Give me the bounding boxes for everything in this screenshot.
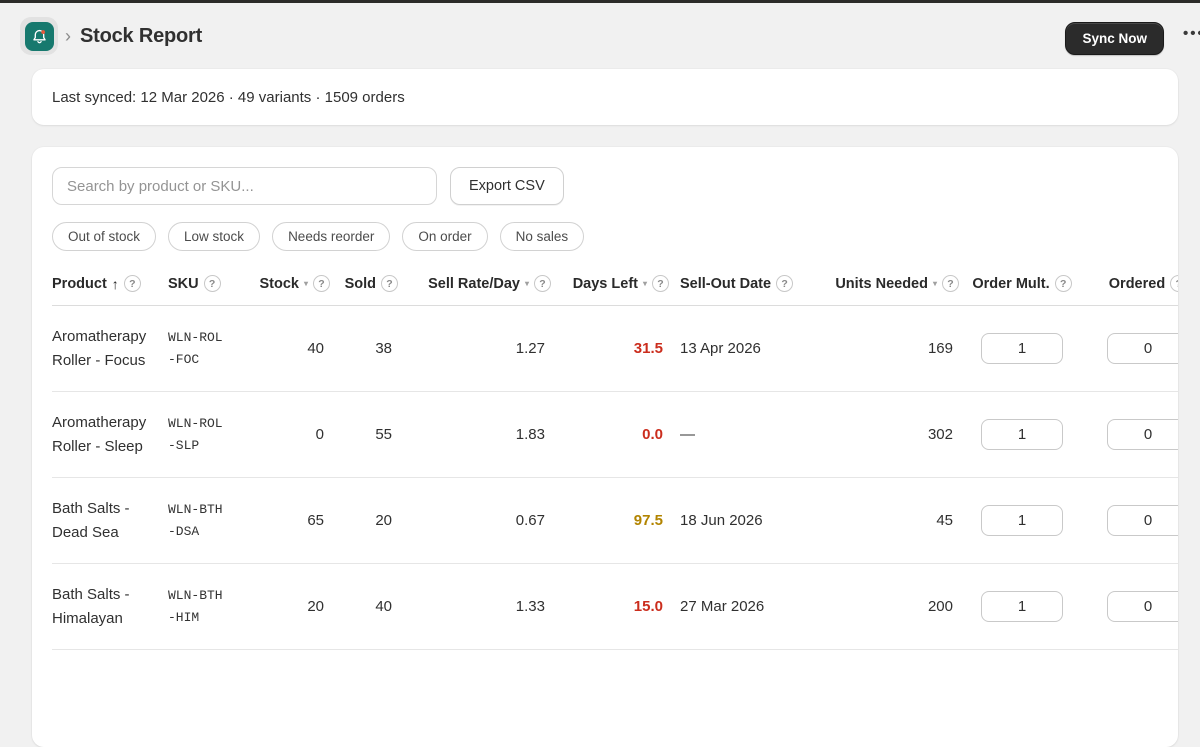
sku: WLN-ROL-SLP: [168, 392, 242, 478]
units-needed-value: 200: [810, 564, 959, 650]
sell-out-date: 18 Jun 2026: [669, 478, 810, 564]
help-icon[interactable]: ?: [381, 275, 398, 292]
column-header-order-mult[interactable]: Order Mult. ?: [959, 269, 1085, 306]
column-header-sell-rate[interactable]: Sell Rate/Day ▾ ?: [398, 269, 551, 306]
table-row: Aromatherapy Roller - Focus WLN-ROL-FOC …: [52, 306, 1178, 392]
table-row: Aromatherapy Roller - Sleep WLN-ROL-SLP …: [52, 392, 1178, 478]
order-mult-input[interactable]: [981, 333, 1063, 364]
help-icon[interactable]: ?: [534, 275, 551, 292]
product-name: Bath Salts - Himalayan: [52, 564, 168, 650]
days-left-value: 97.5: [634, 512, 663, 529]
page-title: Stock Report: [80, 25, 202, 48]
sort-caret-icon: ▾: [304, 279, 308, 288]
app-header: › Stock Report Sync Now •••: [0, 3, 1200, 69]
column-header-product[interactable]: Product ↑ ?: [52, 269, 168, 306]
last-synced-banner: Last synced: 12 Mar 2026 · 49 variants ·…: [32, 69, 1178, 125]
sort-caret-icon: ▾: [643, 279, 647, 288]
product-name: Bath Salts - Dead Sea: [52, 478, 168, 564]
table-row: Bath Salts - Dead Sea WLN-BTH-DSA 65 20 …: [52, 478, 1178, 564]
order-mult-input[interactable]: [981, 505, 1063, 536]
help-icon[interactable]: ?: [313, 275, 330, 292]
sell-rate-value: 1.83: [398, 392, 551, 478]
column-header-sold[interactable]: Sold ?: [330, 269, 398, 306]
ordered-input[interactable]: [1107, 505, 1178, 536]
ordered-input[interactable]: [1107, 333, 1178, 364]
sold-value: 38: [330, 306, 398, 392]
order-mult-input[interactable]: [981, 419, 1063, 450]
more-menu-icon[interactable]: •••: [1183, 25, 1200, 42]
order-mult-input[interactable]: [981, 591, 1063, 622]
product-name: Aromatherapy Roller - Focus: [52, 306, 168, 392]
help-icon[interactable]: ?: [1055, 275, 1072, 292]
sort-caret-icon: ▾: [933, 279, 937, 288]
sort-ascending-icon: ↑: [112, 276, 119, 292]
ordered-input[interactable]: [1107, 591, 1178, 622]
sell-rate-value: 1.27: [398, 306, 551, 392]
toolbar: Export CSV: [52, 167, 1158, 205]
help-icon[interactable]: ?: [776, 275, 793, 292]
breadcrumb-chevron-icon: ›: [65, 26, 71, 47]
last-synced-text: Last synced: 12 Mar 2026 · 49 variants ·…: [52, 89, 405, 106]
stock-value: 40: [242, 306, 330, 392]
bell-icon: [25, 22, 54, 51]
sold-value: 40: [330, 564, 398, 650]
sold-value: 55: [330, 392, 398, 478]
sort-caret-icon: ▾: [525, 279, 529, 288]
search-input[interactable]: [52, 167, 437, 205]
help-icon[interactable]: ?: [942, 275, 959, 292]
sku: WLN-BTH-HIM: [168, 564, 242, 650]
days-left-value: 0.0: [642, 426, 663, 443]
column-header-sell-out-date[interactable]: Sell-Out Date ?: [669, 269, 810, 306]
app-icon-button[interactable]: [20, 17, 58, 55]
stock-report-card: Export CSV Out of stock Low stock Needs …: [32, 147, 1178, 747]
sku: WLN-BTH-DSA: [168, 478, 242, 564]
units-needed-value: 302: [810, 392, 959, 478]
days-left-value: 15.0: [634, 598, 663, 615]
sync-now-button[interactable]: Sync Now: [1065, 22, 1164, 55]
table-row: Bath Salts - Himalayan WLN-BTH-HIM 20 40…: [52, 564, 1178, 650]
sell-out-date: 13 Apr 2026: [669, 306, 810, 392]
export-csv-button[interactable]: Export CSV: [450, 167, 564, 205]
sell-rate-value: 0.67: [398, 478, 551, 564]
filter-chip-needs-reorder[interactable]: Needs reorder: [272, 222, 390, 251]
product-name: Aromatherapy Roller - Sleep: [52, 392, 168, 478]
units-needed-value: 169: [810, 306, 959, 392]
filter-chips: Out of stock Low stock Needs reorder On …: [52, 222, 1158, 251]
help-icon[interactable]: ?: [204, 275, 221, 292]
sell-out-date: 27 Mar 2026: [669, 564, 810, 650]
sold-value: 20: [330, 478, 398, 564]
ordered-input[interactable]: [1107, 419, 1178, 450]
units-needed-value: 45: [810, 478, 959, 564]
stock-value: 20: [242, 564, 330, 650]
sell-out-date: —: [669, 392, 810, 478]
column-header-stock[interactable]: Stock ▾ ?: [242, 269, 330, 306]
stock-value: 65: [242, 478, 330, 564]
days-left-value: 31.5: [634, 340, 663, 357]
column-header-ordered[interactable]: Ordered ?: [1085, 269, 1178, 306]
filter-chip-no-sales[interactable]: No sales: [500, 222, 585, 251]
help-icon[interactable]: ?: [1170, 275, 1178, 292]
help-icon[interactable]: ?: [652, 275, 669, 292]
stock-table: Product ↑ ? SKU ? Stock ▾ ?: [52, 269, 1178, 650]
table-header-row: Product ↑ ? SKU ? Stock ▾ ?: [52, 269, 1178, 306]
filter-chip-low-stock[interactable]: Low stock: [168, 222, 260, 251]
help-icon[interactable]: ?: [124, 275, 141, 292]
sku: WLN-ROL-FOC: [168, 306, 242, 392]
stock-value: 0: [242, 392, 330, 478]
filter-chip-on-order[interactable]: On order: [402, 222, 487, 251]
column-header-units-needed[interactable]: Units Needed ▾ ?: [810, 269, 959, 306]
sell-rate-value: 1.33: [398, 564, 551, 650]
column-header-days-left[interactable]: Days Left ▾ ?: [551, 269, 669, 306]
column-header-sku[interactable]: SKU ?: [168, 269, 242, 306]
filter-chip-out-of-stock[interactable]: Out of stock: [52, 222, 156, 251]
